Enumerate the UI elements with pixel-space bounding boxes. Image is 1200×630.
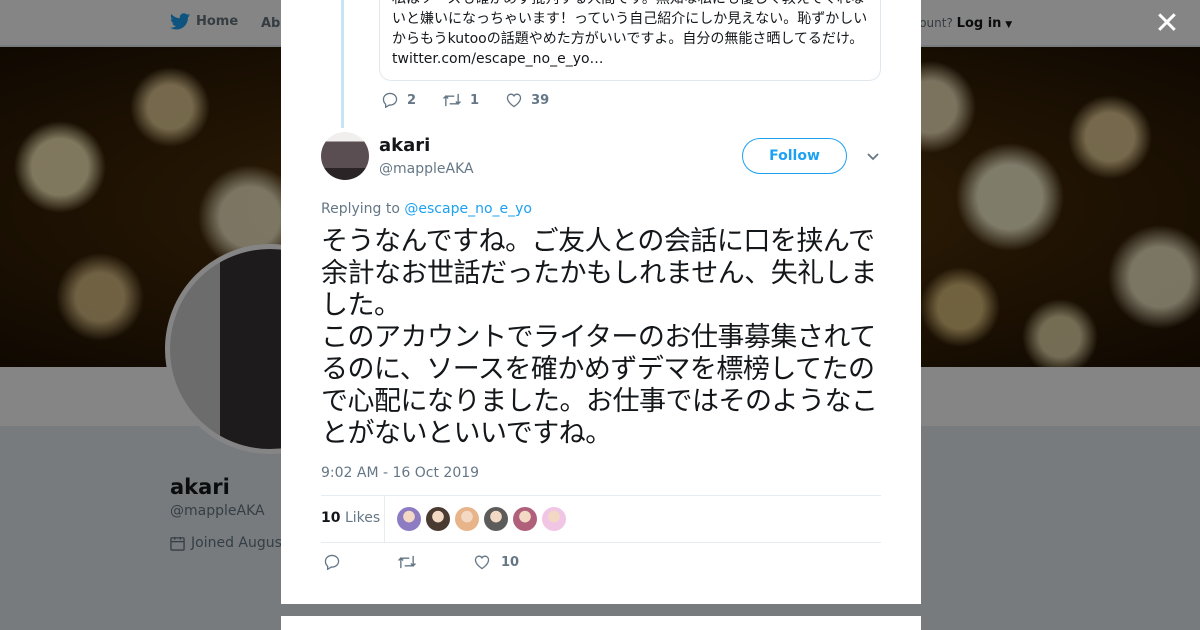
reply-button[interactable] xyxy=(323,554,341,570)
retweet-button[interactable] xyxy=(397,554,417,570)
reply-icon xyxy=(382,92,398,108)
tweet-timestamp[interactable]: 9:02 AM - 16 Oct 2019 xyxy=(321,465,479,481)
likes-stat[interactable]: 10 Likes xyxy=(321,510,380,526)
quoted-tweet-text: 私はソースも確かめず批判する人間です。無知な私にも優しく教えてくれないと嫌いにな… xyxy=(392,0,868,67)
parent-retweet-button[interactable]: 1 xyxy=(442,92,479,108)
liker-avatar[interactable] xyxy=(397,507,421,531)
tweet-stats: 10 Likes xyxy=(321,495,881,543)
tweet-menu-button[interactable] xyxy=(865,148,881,164)
retweet-icon xyxy=(443,93,461,107)
parent-reply-count: 2 xyxy=(407,92,417,108)
parent-retweet-count: 1 xyxy=(470,92,480,108)
parent-reply-button[interactable]: 2 xyxy=(381,92,416,108)
replying-to: Replying to @escape_no_e_yo xyxy=(321,201,532,217)
liker-avatars xyxy=(397,507,566,531)
liker-avatar[interactable] xyxy=(542,507,566,531)
quoted-tweet-card[interactable]: 私はソースも確かめず批判する人間です。無知な私にも優しく教えてくれないと嫌いにな… xyxy=(379,0,881,81)
liker-avatar[interactable] xyxy=(455,507,479,531)
close-icon: ✕ xyxy=(1154,6,1180,41)
like-count: 10 xyxy=(501,554,520,570)
liker-avatar[interactable] xyxy=(426,507,450,531)
likes-number: 10 xyxy=(321,510,341,526)
close-modal-button[interactable]: ✕ xyxy=(1152,9,1182,40)
parent-like-count: 39 xyxy=(531,92,550,108)
thread-connector-line xyxy=(341,0,344,128)
author-handle[interactable]: @mappleAKA xyxy=(379,161,474,177)
author-name[interactable]: akari xyxy=(379,135,430,156)
replying-handle-link[interactable]: @escape_no_e_yo xyxy=(404,201,532,217)
reply-icon xyxy=(324,554,340,570)
tweet-text: そうなんですね。ご友人との会話に口を挟んで余計なお世話だったかもしれません、失礼… xyxy=(321,226,878,449)
parent-tweet-actions: 2 1 39 xyxy=(381,92,549,108)
replying-prefix: Replying to xyxy=(321,201,400,217)
tweet-permalink-modal: 私はソースも確かめず批判する人間です。無知な私にも優しく教えてくれないと嫌いにな… xyxy=(281,0,921,604)
heart-icon xyxy=(506,93,522,108)
like-button[interactable]: 10 xyxy=(473,554,519,570)
parent-like-button[interactable]: 39 xyxy=(505,92,549,108)
next-tweet-card xyxy=(281,616,921,630)
liker-avatar[interactable] xyxy=(513,507,537,531)
author-avatar[interactable] xyxy=(321,132,369,180)
liker-avatar[interactable] xyxy=(484,507,508,531)
follow-button[interactable]: Follow xyxy=(742,138,847,174)
tweet-actions: 10 xyxy=(323,554,575,570)
retweet-icon xyxy=(398,555,416,569)
stats-divider xyxy=(384,496,385,542)
heart-icon xyxy=(474,555,490,570)
likes-label: Likes xyxy=(344,510,381,526)
chevron-down-icon xyxy=(867,153,879,161)
